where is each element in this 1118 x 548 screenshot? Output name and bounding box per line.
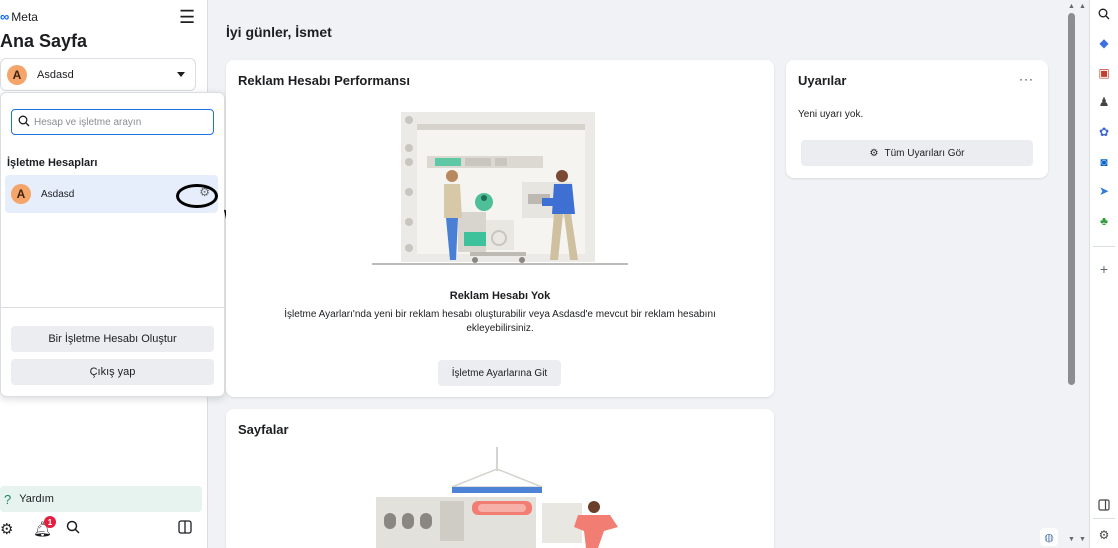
section-title: İşletme Hesapları [7,157,98,169]
page-title: Ana Sayfa [0,31,88,51]
help-button[interactable]: ? Yardım [0,486,202,512]
account-selector[interactable]: A Asdasd [0,58,196,91]
search-icon [18,115,30,130]
divider [1093,518,1115,519]
pages-card: Sayfalar [226,409,774,548]
account-dropdown: Hesap ve işletme arayın İşletme Hesaplar… [0,92,225,397]
no-alerts-text: Yeni uyarı yok. [798,109,864,120]
help-label: Yardım [19,493,54,505]
scroll-down-arrow-icon-2[interactable]: ▼ [1079,536,1086,543]
briefcase-icon[interactable]: ▣ [1097,66,1111,80]
copilot-icon[interactable]: ✿ [1097,125,1111,139]
question-icon: ? [4,491,12,507]
ad-account-illustration [372,112,628,265]
scrollbar-thumb[interactable] [1068,13,1075,385]
divider [1093,246,1115,247]
send-icon[interactable]: ➤ [1097,184,1111,198]
plus-icon[interactable]: + [1097,261,1111,277]
logout-button[interactable]: Çıkış yap [11,359,214,385]
card-title: Sayfalar [238,422,289,437]
right-rail: ◆ ▣ ♟ ✿ ◙ ➤ ♣ + ⚙ [1089,0,1118,548]
business-name: Asdasd [41,188,75,200]
ad-performance-card: Reklam Hesabı Performansı Reklam Hesabı … [226,60,774,397]
card-title: Reklam Hesabı Performansı [238,73,410,88]
see-all-alerts-label: Tüm Uyarıları Gör [884,147,965,159]
create-business-button[interactable]: Bir İşletme Hesabı Oluştur [11,326,214,352]
divider [1,307,224,308]
sidebar-bottom-bar: ⚙ 🔔︎ 1 [0,516,200,542]
notification-badge: 1 [44,516,56,528]
more-options-icon[interactable]: ··· [1019,72,1034,86]
card-title: Uyarılar [798,73,847,88]
menu-icon[interactable]: ☰ [179,8,195,26]
meta-infinity-icon: ∞ [0,9,10,24]
highlight-circle [176,184,218,208]
avatar: A [11,184,31,204]
outlook-icon[interactable]: ◙ [1097,155,1111,169]
meta-logo[interactable]: ∞ Meta [0,9,38,24]
scroll-down-arrow-icon[interactable]: ▼ [1068,536,1075,543]
gear-icon: ⚙ [869,147,879,159]
search-placeholder: Hesap ve işletme arayın [34,116,142,128]
empty-state-title: Reklam Hesabı Yok [449,290,551,302]
go-to-business-settings-button[interactable]: İşletme Ayarlarına Git [438,360,561,386]
sidebar-toggle-icon[interactable] [1097,498,1111,512]
greeting: İyi günler, İsmet [226,24,332,40]
people-icon[interactable]: ♟ [1097,95,1111,109]
scroll-up-arrow-icon-2[interactable]: ▲ [1079,3,1086,10]
tag-icon[interactable]: ◆ [1097,36,1111,50]
empty-state-body: İşletme Ayarları'nda yeni bir reklam hes… [284,309,716,334]
scroll-up-arrow-icon[interactable]: ▲ [1068,3,1075,10]
settings-icon[interactable]: ⚙ [0,520,13,538]
avatar: A [7,64,27,85]
alerts-card: Uyarılar ··· Yeni uyarı yok. ⚙ Tüm Uyarı… [786,60,1048,178]
pages-illustration [376,447,618,548]
settings-icon[interactable]: ⚙ [1097,528,1111,542]
globe-icon[interactable]: ◍ [1040,528,1058,546]
account-name: Asdasd [37,68,74,81]
business-account-row[interactable]: A Asdasd ⚙ [5,175,218,213]
search-icon[interactable] [1097,7,1111,21]
collapse-sidebar-icon[interactable] [178,520,192,538]
brand-name: Meta [11,9,38,24]
caret-down-icon [177,72,185,77]
search-input[interactable]: Hesap ve işletme arayın [11,109,214,135]
tree-icon[interactable]: ♣ [1097,214,1111,228]
see-all-alerts-button[interactable]: ⚙ Tüm Uyarıları Gör [801,140,1033,166]
search-icon[interactable] [66,520,80,538]
